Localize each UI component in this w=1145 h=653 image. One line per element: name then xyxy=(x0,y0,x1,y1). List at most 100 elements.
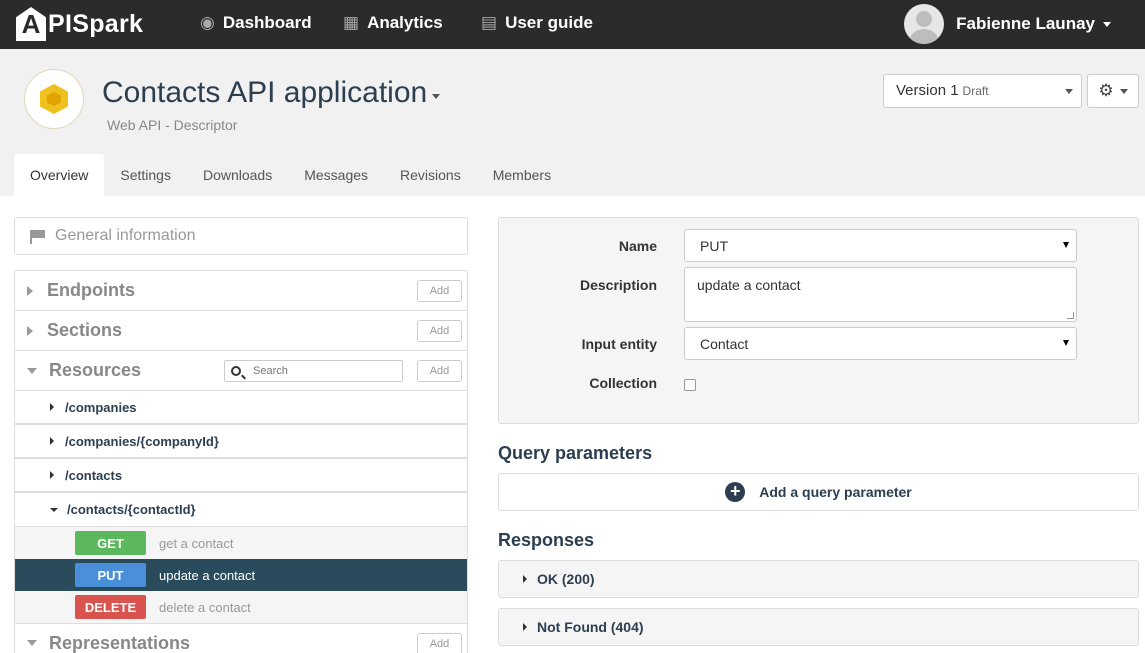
version-select[interactable]: Version 1 Draft xyxy=(883,74,1082,108)
add-query-parameter-label: Add a query parameter xyxy=(759,484,912,500)
caret-right-icon xyxy=(523,575,527,583)
chevron-down-icon xyxy=(1103,21,1111,27)
settings-menu-button[interactable]: ⚙ xyxy=(1087,74,1139,108)
responses-heading: Responses xyxy=(498,530,595,550)
resource-item[interactable]: /companies/{companyId} xyxy=(15,425,467,459)
nav-analytics-label: Analytics xyxy=(367,13,443,32)
add-query-parameter-button[interactable]: + Add a query parameter xyxy=(498,473,1139,511)
section-resources[interactable]: Resources Add xyxy=(15,351,467,391)
response-item[interactable]: Not Found (404) xyxy=(498,608,1139,646)
section-resources-label: Resources xyxy=(49,360,142,380)
plus-circle-icon: + xyxy=(725,482,746,502)
description-field[interactable]: update a contact xyxy=(684,267,1077,322)
add-resource-button[interactable]: Add xyxy=(417,360,462,382)
nav-dashboard[interactable]: ◉ Dashboard xyxy=(200,13,312,33)
section-endpoints[interactable]: Endpoints Add xyxy=(15,271,467,311)
tab-revisions[interactable]: Revisions xyxy=(384,154,477,196)
eye-icon: ◉ xyxy=(200,13,215,32)
resize-handle-icon[interactable] xyxy=(1067,312,1074,319)
add-representation-button[interactable]: Add xyxy=(417,633,462,653)
collection-checkbox[interactable] xyxy=(684,379,696,391)
name-select[interactable]: PUT xyxy=(684,229,1077,262)
tab-messages[interactable]: Messages xyxy=(288,154,384,196)
method-description: get a contact xyxy=(159,535,234,551)
caret-down-icon xyxy=(27,367,37,374)
caret-right-icon xyxy=(27,285,33,296)
tab-downloads[interactable]: Downloads xyxy=(187,154,288,196)
caret-right-icon xyxy=(50,437,54,445)
response-label: Not Found (404) xyxy=(537,619,644,635)
nav-analytics[interactable]: ▦ Analytics xyxy=(343,13,443,33)
method-description: delete a contact xyxy=(159,599,251,615)
app-header: Contacts API application Web API - Descr… xyxy=(0,49,1145,196)
logo-text: PISpark xyxy=(48,9,144,38)
bar-chart-icon: ▦ xyxy=(343,13,360,32)
chevron-down-icon xyxy=(432,93,441,99)
collection-label: Collection xyxy=(589,375,657,391)
avatar xyxy=(904,4,945,44)
nav-user-guide-label: User guide xyxy=(505,13,593,32)
resource-path: /companies xyxy=(65,399,137,415)
general-information-item[interactable]: General information xyxy=(14,217,468,255)
response-label: OK (200) xyxy=(537,571,595,587)
description-value: update a contact xyxy=(697,277,801,293)
resource-item[interactable]: /companies xyxy=(15,391,467,425)
caret-down-icon xyxy=(50,507,58,512)
method-item-get[interactable]: GET get a contact xyxy=(15,527,467,559)
gear-icon: ⚙ xyxy=(1098,81,1114,100)
book-icon: ▤ xyxy=(481,13,498,32)
general-information-label: General information xyxy=(55,227,196,244)
method-form: Name PUT Description update a contact In… xyxy=(498,217,1139,424)
resource-search-input[interactable] xyxy=(253,365,393,377)
description-label: Description xyxy=(579,277,657,293)
section-representations[interactable]: Representations Add xyxy=(15,623,467,653)
name-value: PUT xyxy=(700,238,728,254)
version-status: Draft xyxy=(962,84,989,98)
dropdown-arrow-icon xyxy=(1063,242,1069,248)
top-navbar: A PISpark ◉ Dashboard ▦ Analytics ▤ User… xyxy=(0,0,1145,49)
version-label: Version 1 xyxy=(896,82,959,99)
descriptor-tree: Endpoints Add Sections Add Resources Add… xyxy=(14,270,468,653)
apispark-logo[interactable]: A PISpark xyxy=(16,6,143,42)
method-item-put[interactable]: PUT update a contact xyxy=(15,559,467,591)
nav-user-guide[interactable]: ▤ User guide xyxy=(481,13,593,33)
section-representations-label: Representations xyxy=(49,632,191,653)
section-sections[interactable]: Sections Add xyxy=(15,311,467,351)
tab-overview[interactable]: Overview xyxy=(14,154,105,196)
method-badge: GET xyxy=(75,531,146,555)
response-item[interactable]: OK (200) xyxy=(498,560,1139,598)
resource-path: /contacts/{contactId} xyxy=(67,502,196,517)
method-description: update a contact xyxy=(159,567,256,583)
resource-path: /companies/{companyId} xyxy=(65,433,219,449)
add-endpoint-button[interactable]: Add xyxy=(417,280,462,302)
method-item-delete[interactable]: DELETE delete a contact xyxy=(15,591,467,623)
tab-members[interactable]: Members xyxy=(477,154,567,196)
user-menu[interactable]: Fabienne Launay xyxy=(904,4,1111,44)
app-hexagon-icon xyxy=(24,69,84,129)
tab-settings[interactable]: Settings xyxy=(104,154,187,196)
dropdown-arrow-icon xyxy=(1063,340,1069,346)
app-subtitle: Web API - Descriptor xyxy=(107,117,238,133)
chevron-down-icon xyxy=(1119,88,1128,94)
caret-right-icon xyxy=(50,403,54,411)
caret-right-icon xyxy=(50,471,54,479)
app-tabs: Overview Settings Downloads Messages Rev… xyxy=(14,154,567,196)
caret-right-icon xyxy=(27,325,33,336)
resource-item[interactable]: /contacts/{contactId} xyxy=(15,493,467,527)
input-entity-label: Input entity xyxy=(581,336,657,352)
input-entity-select[interactable]: Contact xyxy=(684,327,1077,360)
user-name: Fabienne Launay xyxy=(956,14,1095,33)
app-title-menu[interactable]: Contacts API application xyxy=(102,76,441,110)
section-sections-label: Sections xyxy=(47,320,123,340)
query-parameters-heading: Query parameters xyxy=(498,443,653,463)
resource-search xyxy=(224,360,403,382)
resource-path: /contacts xyxy=(65,467,123,483)
name-label: Name xyxy=(618,238,657,254)
resource-item[interactable]: /contacts xyxy=(15,459,467,493)
add-section-button[interactable]: Add xyxy=(417,320,462,342)
app-title: Contacts API application xyxy=(102,76,428,109)
caret-down-icon xyxy=(27,640,37,646)
logo-mark: A xyxy=(16,7,46,41)
search-icon xyxy=(231,366,241,376)
section-endpoints-label: Endpoints xyxy=(47,280,135,300)
